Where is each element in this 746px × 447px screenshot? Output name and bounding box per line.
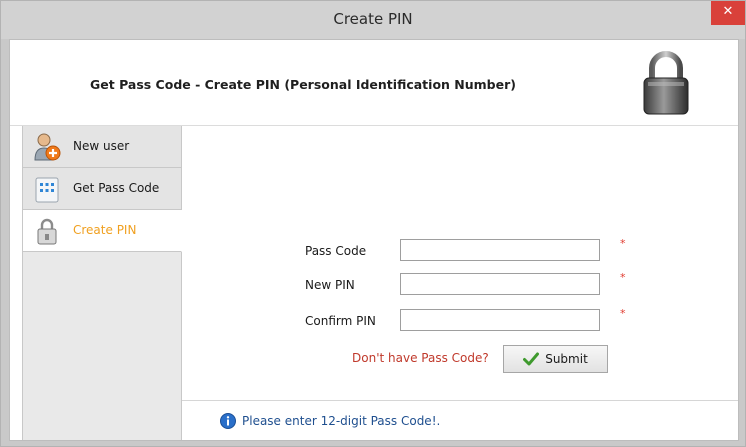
new-pin-input[interactable] [400, 273, 600, 295]
dialog-client-area: Get Pass Code - Create PIN (Personal Ide… [9, 39, 739, 441]
sidebar-item-new-user[interactable]: New user [23, 126, 181, 168]
sidebar-item-label: Get Pass Code [73, 181, 160, 195]
confirm-pin-required-mark: * [620, 307, 626, 320]
status-bar: Please enter 12-digit Pass Code!. [182, 400, 738, 440]
dialog-header: Get Pass Code - Create PIN (Personal Ide… [10, 40, 738, 126]
submit-button-label: Submit [545, 352, 588, 366]
keypad-icon [35, 177, 59, 203]
create-pin-window: Create PIN ✕ Get Pass Code - Create PIN … [0, 0, 746, 447]
lock-icon [37, 218, 57, 245]
confirm-pin-label: Confirm PIN [305, 314, 376, 328]
pass-code-required-mark: * [620, 237, 626, 250]
no-pass-code-link[interactable]: Don't have Pass Code? [352, 351, 489, 365]
sidebar-nav: New user Get Pass Code Create PIN [22, 126, 182, 440]
info-icon [220, 413, 236, 429]
padlock-icon [643, 51, 689, 115]
sidebar-item-create-pin[interactable]: Create PIN [23, 210, 182, 252]
title-bar[interactable]: Create PIN ✕ [1, 1, 745, 39]
confirm-pin-input[interactable] [400, 309, 600, 331]
status-message: Please enter 12-digit Pass Code!. [242, 414, 441, 428]
close-button[interactable]: ✕ [711, 1, 745, 25]
window-title: Create PIN [333, 10, 413, 28]
sidebar-item-get-pass-code[interactable]: Get Pass Code [23, 168, 181, 210]
header-title: Get Pass Code - Create PIN (Personal Ide… [90, 77, 516, 92]
pass-code-input[interactable] [400, 239, 600, 261]
new-user-icon [34, 133, 61, 161]
submit-button[interactable]: Submit [503, 345, 608, 373]
sidebar-item-label: New user [73, 139, 130, 153]
sidebar-item-label: Create PIN [73, 223, 137, 237]
create-pin-form: Pass Code * New PIN * Confirm PIN * Don'… [182, 126, 738, 400]
pass-code-label: Pass Code [305, 244, 367, 258]
checkmark-icon [523, 352, 540, 366]
new-pin-label: New PIN [305, 278, 355, 292]
new-pin-required-mark: * [620, 271, 626, 284]
